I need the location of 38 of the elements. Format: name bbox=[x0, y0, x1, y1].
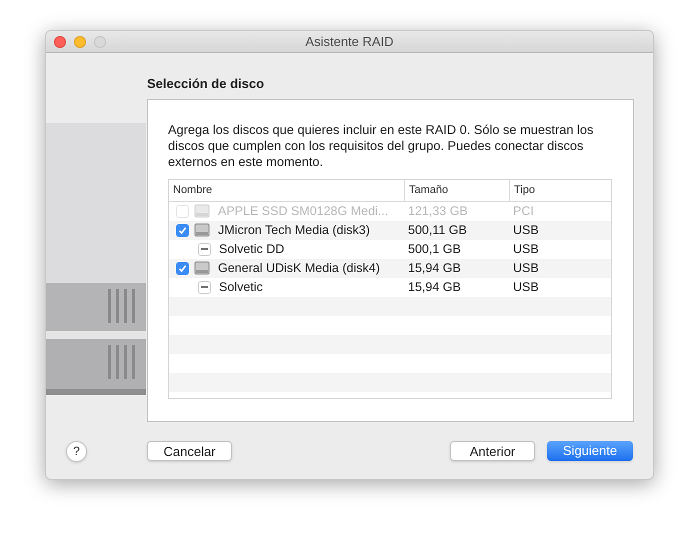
size-cell-text: 15,94 GB bbox=[407, 278, 462, 296]
disk-row[interactable]: Solvetic DD 500,1 GB USB bbox=[169, 240, 611, 258]
size-cell-text: 121,33 GB bbox=[407, 202, 469, 220]
help-button[interactable]: ? bbox=[66, 440, 87, 462]
back-button[interactable]: Anterior bbox=[450, 441, 535, 461]
disk-row[interactable]: Solvetic 15,94 GB USB bbox=[169, 278, 611, 296]
dash-icon bbox=[201, 286, 208, 288]
cancel-button[interactable]: Cancelar bbox=[147, 441, 232, 461]
disk-name: General UDisK Media (disk4) bbox=[218, 260, 380, 277]
size-cell-text: 500,11 GB bbox=[407, 222, 468, 239]
mixed-checkbox[interactable] bbox=[198, 242, 211, 256]
window-title: Asistente RAID bbox=[304, 32, 395, 51]
disk-name: JMicron Tech Media (disk3) bbox=[218, 222, 370, 239]
column-header[interactable]: Nombre bbox=[169, 180, 404, 200]
type-cell-text: USB bbox=[512, 240, 540, 258]
checkbox[interactable] bbox=[176, 224, 189, 236]
disk-name: Solvetic DD bbox=[219, 240, 284, 258]
close-button[interactable] bbox=[54, 36, 66, 48]
disk-name: APPLE SSD SM0128G Medi... bbox=[218, 202, 388, 220]
mixed-checkbox[interactable] bbox=[198, 280, 211, 294]
column-header[interactable]: Tipo bbox=[509, 180, 611, 200]
checkmark-icon bbox=[178, 226, 187, 234]
dash-icon bbox=[201, 248, 208, 250]
disk-name: Solvetic bbox=[219, 278, 263, 296]
minimize-button[interactable] bbox=[74, 36, 86, 48]
type-cell-text: PCI bbox=[512, 202, 535, 220]
disk-row[interactable]: JMicron Tech Media (disk3) 500,11 GB USB bbox=[169, 220, 611, 240]
description-text: Agrega los discos que quieres incluir en este RAID 0. Sólo se muestran los discos que cumplen con los requisitos del grupo. Puedes conectar discos externos en este momento. bbox=[168, 122, 594, 170]
section-heading: Selección de disco bbox=[147, 75, 266, 93]
type-cell-text: USB bbox=[512, 278, 540, 296]
size-cell-text: 500,1 GB bbox=[407, 240, 462, 258]
disk-row[interactable]: General UDisK Media (disk4) 15,94 GB USB bbox=[169, 258, 611, 278]
checkbox[interactable] bbox=[176, 262, 189, 274]
type-cell-text: USB bbox=[512, 260, 540, 277]
checkmark-icon bbox=[178, 264, 187, 272]
column-header[interactable]: Tamaño bbox=[404, 180, 509, 200]
type-cell-text: USB bbox=[512, 222, 540, 239]
size-cell-text: 15,94 GB bbox=[407, 260, 462, 277]
